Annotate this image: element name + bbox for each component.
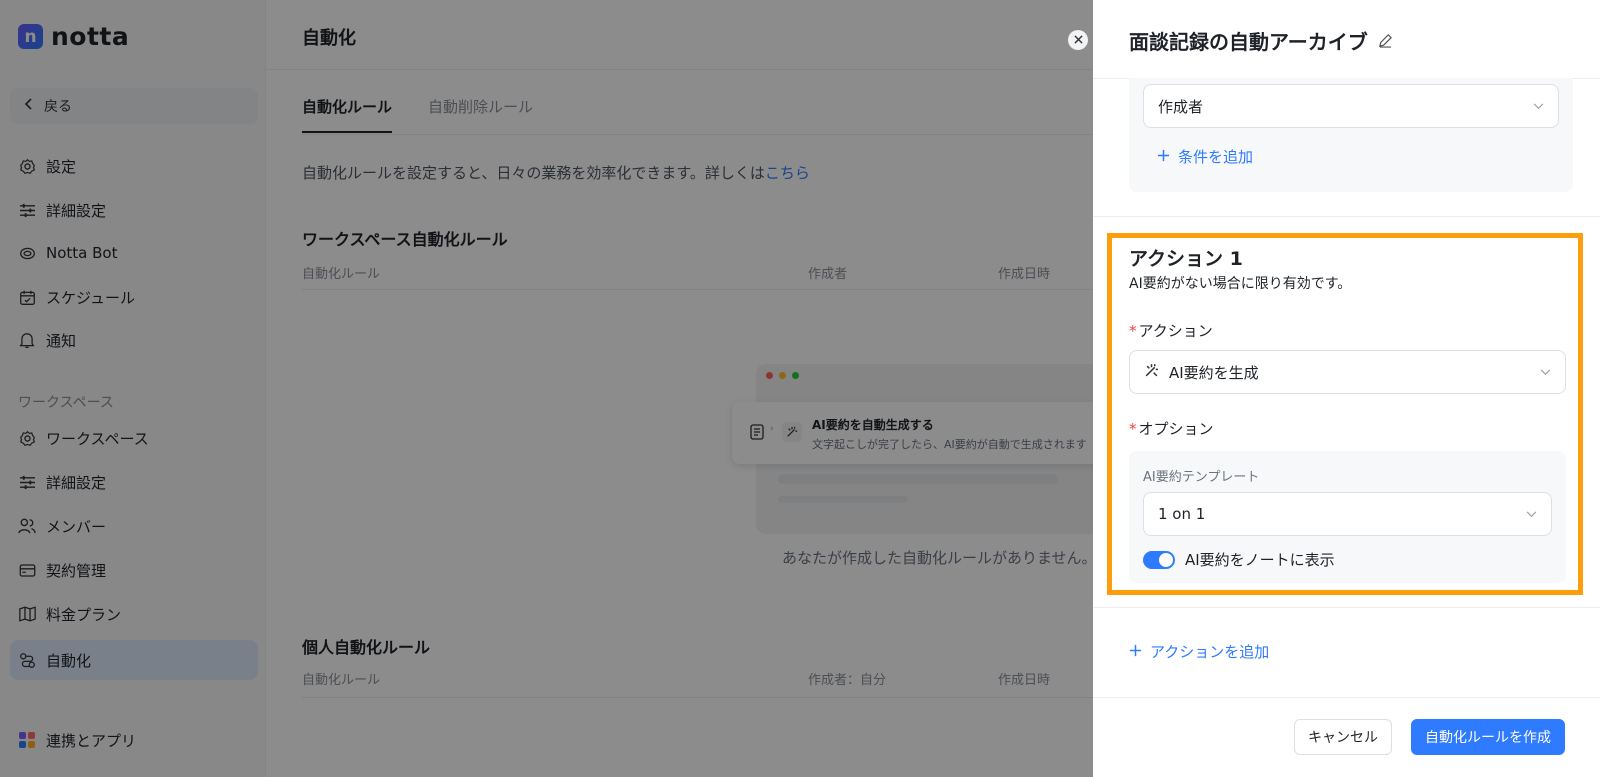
action-select[interactable]: AI要約を生成: [1129, 350, 1566, 394]
add-action-label: アクションを追加: [1150, 643, 1270, 661]
option-label-text: オプション: [1138, 420, 1214, 438]
add-condition-button[interactable]: 条件を追加: [1157, 146, 1253, 167]
required-mark: *: [1129, 420, 1137, 438]
action-title: アクション 1: [1129, 248, 1243, 270]
ai-magic-icon: [1144, 363, 1159, 382]
show-summary-toggle[interactable]: [1143, 550, 1175, 569]
modal-overlay[interactable]: [0, 0, 1093, 777]
edit-pencil-icon[interactable]: [1378, 29, 1393, 53]
action-subtitle: AI要約がない場合に限り有効です。: [1129, 276, 1352, 292]
chevron-down-icon: [1526, 507, 1537, 521]
drawer-title: 面談記録の自動アーカイブ: [1129, 26, 1393, 55]
close-icon: [1073, 33, 1083, 48]
condition-box: 作成者 条件を追加: [1129, 78, 1573, 192]
rule-drawer: 面談記録の自動アーカイブ 作成者 条件を追加 アクション 1 AI要約がない場合…: [1093, 0, 1600, 777]
rule-name: 面談記録の自動アーカイブ: [1129, 30, 1368, 54]
toggle-knob: [1159, 552, 1173, 567]
plus-icon: [1157, 148, 1170, 166]
chevron-down-icon: [1540, 365, 1551, 379]
action-select-value: AI要約を生成: [1169, 363, 1259, 382]
show-summary-toggle-row: AI要約をノートに表示: [1143, 549, 1335, 570]
condition-field-select[interactable]: 作成者: [1143, 84, 1559, 128]
section-divider: [1093, 216, 1600, 217]
section-divider: [1093, 607, 1600, 608]
template-label: AI要約テンプレート: [1143, 470, 1260, 485]
toggle-label: AI要約をノートに表示: [1185, 551, 1335, 569]
cancel-button[interactable]: キャンセル: [1294, 719, 1392, 755]
condition-select-value: 作成者: [1158, 97, 1204, 116]
add-action-button[interactable]: アクションを追加: [1129, 641, 1269, 662]
chevron-down-icon: [1533, 99, 1544, 113]
create-rule-button[interactable]: 自動化ルールを作成: [1411, 719, 1565, 755]
option-box: AI要約テンプレート 1 on 1 AI要約をノートに表示: [1129, 451, 1566, 583]
action-field-label: * アクション: [1129, 320, 1213, 341]
action-select-content: AI要約を生成: [1144, 362, 1259, 383]
action-label-text: アクション: [1138, 322, 1213, 340]
add-condition-label: 条件を追加: [1178, 148, 1254, 166]
required-mark: *: [1129, 322, 1137, 340]
option-field-label: * オプション: [1129, 418, 1214, 439]
template-select[interactable]: 1 on 1: [1143, 492, 1552, 536]
template-select-value: 1 on 1: [1158, 505, 1206, 523]
close-drawer-button[interactable]: [1068, 30, 1088, 50]
footer-divider: [1093, 697, 1600, 698]
plus-icon: [1129, 643, 1142, 661]
